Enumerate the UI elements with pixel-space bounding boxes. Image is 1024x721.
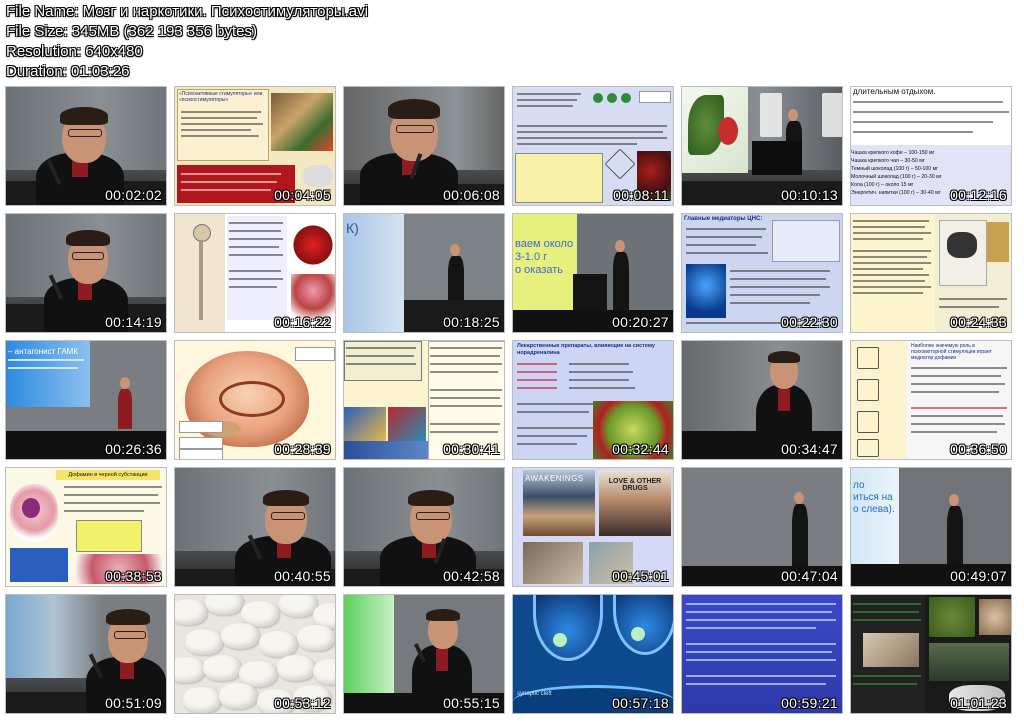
timestamp: 00:16:22 <box>274 314 331 330</box>
timestamp: 00:24:33 <box>950 314 1007 330</box>
timestamp: 00:42:58 <box>443 568 500 584</box>
timestamp: 00:06:08 <box>443 187 500 203</box>
timestamp: 00:12:16 <box>950 187 1007 203</box>
thumbnail[interactable]: 00:10:13 <box>681 86 843 206</box>
caffeine-line-3: Темный шоколад (100 г) – 50-100 мг <box>851 166 939 172</box>
slide-text: – антагонист ГАМК <box>8 347 78 356</box>
thumbnail[interactable]: 00:53:12 <box>174 594 336 714</box>
thumbnail[interactable]: 00:47:04 <box>681 467 843 587</box>
caffeine-line-2: Чашка крепкого чая – 30-50 мг <box>851 158 925 164</box>
diagram-label: synaptic cleft <box>517 691 552 697</box>
thumbnail[interactable]: Наиболее значимую роль в психомоторной с… <box>850 340 1012 460</box>
thumbnail[interactable]: Лекарственные препараты, влияющие на сис… <box>512 340 674 460</box>
timestamp: 00:28:39 <box>274 441 331 457</box>
thumbnail[interactable]: 00:02:02 <box>5 86 167 206</box>
slide-title: «Психоактивные стимуляторы» или «психост… <box>179 91 263 103</box>
thumbnail[interactable]: 00:40:55 <box>174 467 336 587</box>
timestamp: 00:02:02 <box>105 187 162 203</box>
timestamp: 00:53:12 <box>274 695 331 711</box>
thumbnail[interactable]: 00:30:41 <box>343 340 505 460</box>
timestamp: 00:20:27 <box>612 314 669 330</box>
timestamp: 00:51:09 <box>105 695 162 711</box>
caffeine-line-1: Чашка крепкого кофе – 100-150 мг <box>851 150 935 156</box>
timestamp: 00:40:55 <box>274 568 331 584</box>
timestamp: 00:57:18 <box>612 695 669 711</box>
thumbnail[interactable]: 00:42:58 <box>343 467 505 587</box>
timestamp: 00:34:47 <box>781 441 838 457</box>
thumbnail-grid: 00:02:02 «Психоактивные стимуляторы» или… <box>0 0 1024 721</box>
thumbnail[interactable]: 00:08:11 <box>512 86 674 206</box>
thumbnail[interactable]: длительным отдыхом. Чашка крепкого кофе … <box>850 86 1012 206</box>
timestamp: 00:47:04 <box>781 568 838 584</box>
timestamp: 00:08:11 <box>613 187 669 203</box>
movie-poster-title: LOVE & OTHER DRUGS <box>608 478 662 492</box>
thumbnail[interactable]: – антагонист ГАМК 00:26:36 <box>5 340 167 460</box>
slide-title: Главные медиаторы ЦНС: <box>684 216 763 222</box>
thumbnail[interactable]: 01:01:23 <box>850 594 1012 714</box>
file-size: File Size: 345MB (362 193 356 bytes) <box>6 23 257 40</box>
timestamp: 00:22:30 <box>781 314 838 330</box>
slide-title: Дофамин в черной субстанции <box>56 470 160 480</box>
timestamp: 00:59:21 <box>781 695 838 711</box>
thumbnail[interactable]: 00:24:33 <box>850 213 1012 333</box>
thumbnail[interactable]: 00:55:15 <box>343 594 505 714</box>
timestamp: 00:10:13 <box>781 187 838 203</box>
timestamp: 00:04:05 <box>274 187 331 203</box>
timestamp: 00:18:25 <box>443 314 500 330</box>
thumbnail[interactable]: «Психоактивные стимуляторы» или «психост… <box>174 86 336 206</box>
slide-title: Наиболее значимую роль в психомоторной с… <box>911 343 992 361</box>
thumbnail[interactable]: ло иться на о слева). 00:49:07 <box>850 467 1012 587</box>
timestamp: 00:30:41 <box>443 441 500 457</box>
timestamp: 00:32:44 <box>612 441 669 457</box>
thumbnail[interactable]: synaptic cleft 00:57:18 <box>512 594 674 714</box>
thumbnail[interactable]: Главные медиаторы ЦНС: 00:22:30 <box>681 213 843 333</box>
file-info-header: File Name: Мозг и наркотики. Психостимул… <box>6 2 368 82</box>
movie-poster-title: AWAKENINGS <box>525 474 584 483</box>
timestamp: 00:14:19 <box>105 314 162 330</box>
timestamp: 00:45:01 <box>612 568 669 584</box>
thumbnail[interactable]: Дофамин в черной субстанции 00:38:53 <box>5 467 167 587</box>
thumbnail[interactable]: 00:06:08 <box>343 86 505 206</box>
file-name: File Name: Мозг и наркотики. Психостимул… <box>6 3 368 20</box>
duration: Duration: 01:03:26 <box>6 63 130 80</box>
thumbnail[interactable]: 00:59:21 <box>681 594 843 714</box>
timestamp: 00:26:36 <box>105 441 162 457</box>
slide-line: длительным отдыхом. <box>853 87 936 96</box>
timestamp: 01:01:23 <box>950 695 1007 711</box>
timestamp: 00:55:15 <box>443 695 500 711</box>
thumbnail[interactable]: 00:51:09 <box>5 594 167 714</box>
resolution: Resolution: 640x480 <box>6 43 143 60</box>
thumbnail[interactable]: 00:16:22 <box>174 213 336 333</box>
timestamp: 00:49:07 <box>950 568 1007 584</box>
thumbnail[interactable]: 00:34:47 <box>681 340 843 460</box>
thumbnail[interactable]: К) 00:18:25 <box>343 213 505 333</box>
slide-title: Лекарственные препараты, влияющие на сис… <box>517 343 655 356</box>
thumbnail[interactable]: ваем около 3-1.0 го оказать 00:20:27 <box>512 213 674 333</box>
thumbnail[interactable]: 00:14:19 <box>5 213 167 333</box>
timestamp: 00:36:50 <box>950 441 1007 457</box>
thumbnail[interactable]: AWAKENINGS LOVE & OTHER DRUGS 00:45:01 <box>512 467 674 587</box>
timestamp: 00:38:53 <box>105 568 162 584</box>
thumbnail[interactable]: 00:28:39 <box>174 340 336 460</box>
caffeine-line-4: Молочный шоколад (100 г) – 20-30 мг <box>851 174 942 180</box>
